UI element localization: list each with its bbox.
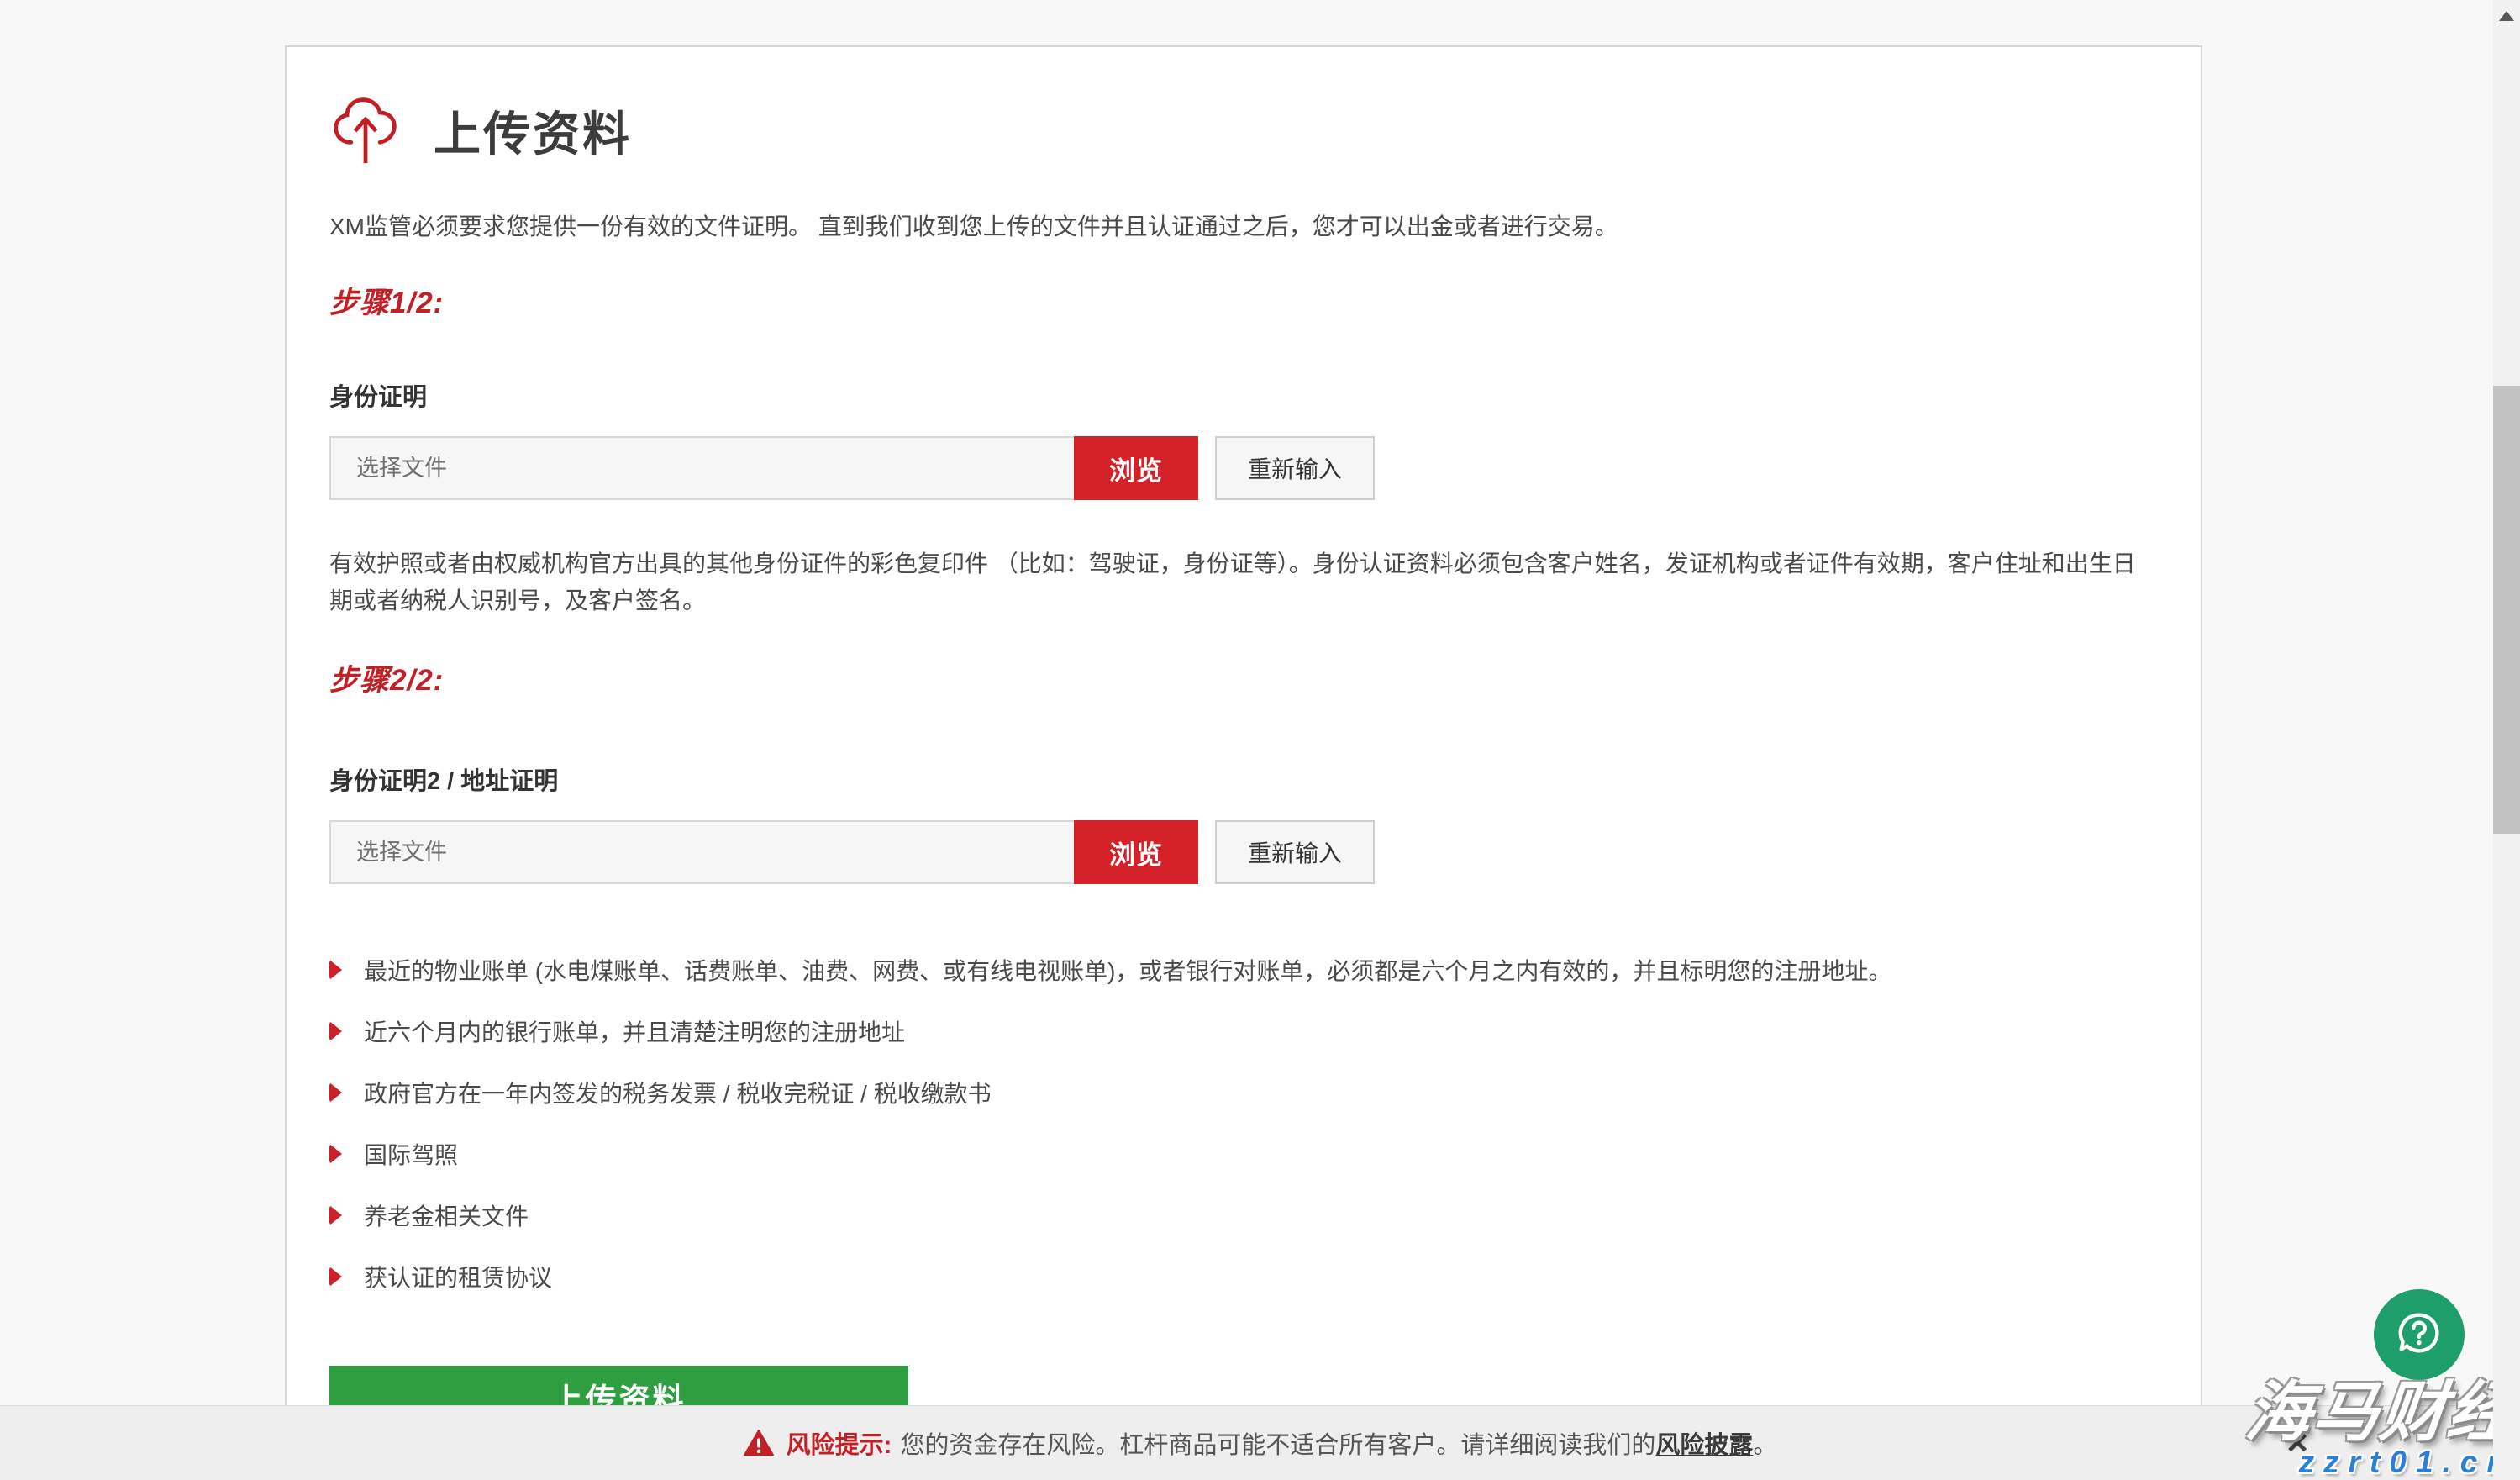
list-item: 政府官方在一年内签发的税务发票 / 税收完税证 / 税收缴款书	[329, 1076, 2159, 1109]
risk-warning-text: 您的资金存在风险。杠杆商品可能不适合所有客户。请详细阅读我们的	[900, 1425, 1655, 1461]
red-triangle-bullet-icon	[329, 1082, 342, 1103]
step-2-heading: 步骤2/2:	[329, 656, 2159, 699]
risk-warning-content: 风险提示: 您的资金存在风险。杠杆商品可能不适合所有客户。请详细阅读我们的 风险…	[743, 1425, 1778, 1461]
list-item-text: 近六个月内的银行账单，并且清楚注明您的注册地址	[364, 1014, 905, 1048]
list-item-text: 国际驾照	[364, 1137, 458, 1171]
file-row-1: 浏览 重新输入	[329, 436, 2159, 500]
step-1-heading: 步骤1/2:	[329, 279, 2159, 322]
browse-button-1[interactable]: 浏览	[1074, 436, 1198, 500]
vertical-scrollbar[interactable]	[2493, 0, 2520, 1480]
identity-proof-label: 身份证明	[329, 377, 2159, 413]
list-item-text: 获认证的租赁协议	[364, 1260, 552, 1293]
page-title: 上传资料	[434, 97, 632, 165]
cloud-upload-icon	[329, 94, 402, 166]
live-chat-button[interactable]	[2374, 1289, 2465, 1380]
intro-text: XM监管必须要求您提供一份有效的文件证明。 直到我们收到您上传的文件并且认证通过…	[329, 208, 2159, 242]
file-input-1[interactable]	[329, 436, 1074, 500]
file-input-2[interactable]	[329, 820, 1074, 884]
risk-disclosure-link[interactable]: 风险披露	[1655, 1425, 1753, 1461]
reset-button-2[interactable]: 重新输入	[1215, 820, 1375, 884]
list-item: 近六个月内的银行账单，并且清楚注明您的注册地址	[329, 1014, 2159, 1048]
address-proof-label: 身份证明2 / 地址证明	[329, 761, 2159, 797]
risk-warning-bar: 风险提示: 您的资金存在风险。杠杆商品可能不适合所有客户。请详细阅读我们的 风险…	[0, 1405, 2520, 1480]
red-triangle-bullet-icon	[329, 1021, 342, 1041]
list-item-text: 政府官方在一年内签发的税务发票 / 税收完税证 / 税收缴款书	[364, 1076, 992, 1109]
accepted-documents-list: 最近的物业账单 (水电煤账单、话费账单、油费、网费、或有线电视账单)，或者银行对…	[329, 953, 2159, 1293]
close-icon[interactable]: ×	[2286, 1425, 2308, 1462]
red-triangle-bullet-icon	[329, 1267, 342, 1287]
page-title-row: 上传资料	[329, 94, 2159, 166]
browse-button-2[interactable]: 浏览	[1074, 820, 1198, 884]
red-triangle-bullet-icon	[329, 1144, 342, 1164]
chevron-up-icon	[2499, 11, 2514, 21]
reset-button-1[interactable]: 重新输入	[1215, 436, 1375, 500]
identity-proof-description: 有效护照或者由权威机构官方出具的其他身份证件的彩色复印件 （比如：驾驶证，身份证…	[329, 545, 2159, 619]
list-item: 最近的物业账单 (水电煤账单、话费账单、油费、网费、或有线电视账单)，或者银行对…	[329, 953, 2159, 987]
red-triangle-bullet-icon	[329, 960, 342, 980]
list-item-text: 养老金相关文件	[364, 1198, 529, 1232]
file-row-2: 浏览 重新输入	[329, 820, 2159, 884]
help-chat-bubble-icon	[2393, 1307, 2445, 1363]
warning-triangle-icon	[743, 1429, 775, 1457]
risk-warning-prefix: 风险提示:	[787, 1425, 892, 1461]
list-item-text: 最近的物业账单 (水电煤账单、话费账单、油费、网费、或有线电视账单)，或者银行对…	[364, 953, 1891, 987]
scrollbar-up-button[interactable]	[2493, 0, 2520, 35]
list-item: 养老金相关文件	[329, 1198, 2159, 1232]
list-item: 国际驾照	[329, 1137, 2159, 1171]
risk-warning-suffix: 。	[1753, 1425, 1777, 1461]
list-item: 获认证的租赁协议	[329, 1260, 2159, 1293]
upload-documents-card: 上传资料 XM监管必须要求您提供一份有效的文件证明。 直到我们收到您上传的文件并…	[285, 45, 2202, 1480]
scrollbar-thumb[interactable]	[2493, 386, 2520, 834]
red-triangle-bullet-icon	[329, 1205, 342, 1225]
